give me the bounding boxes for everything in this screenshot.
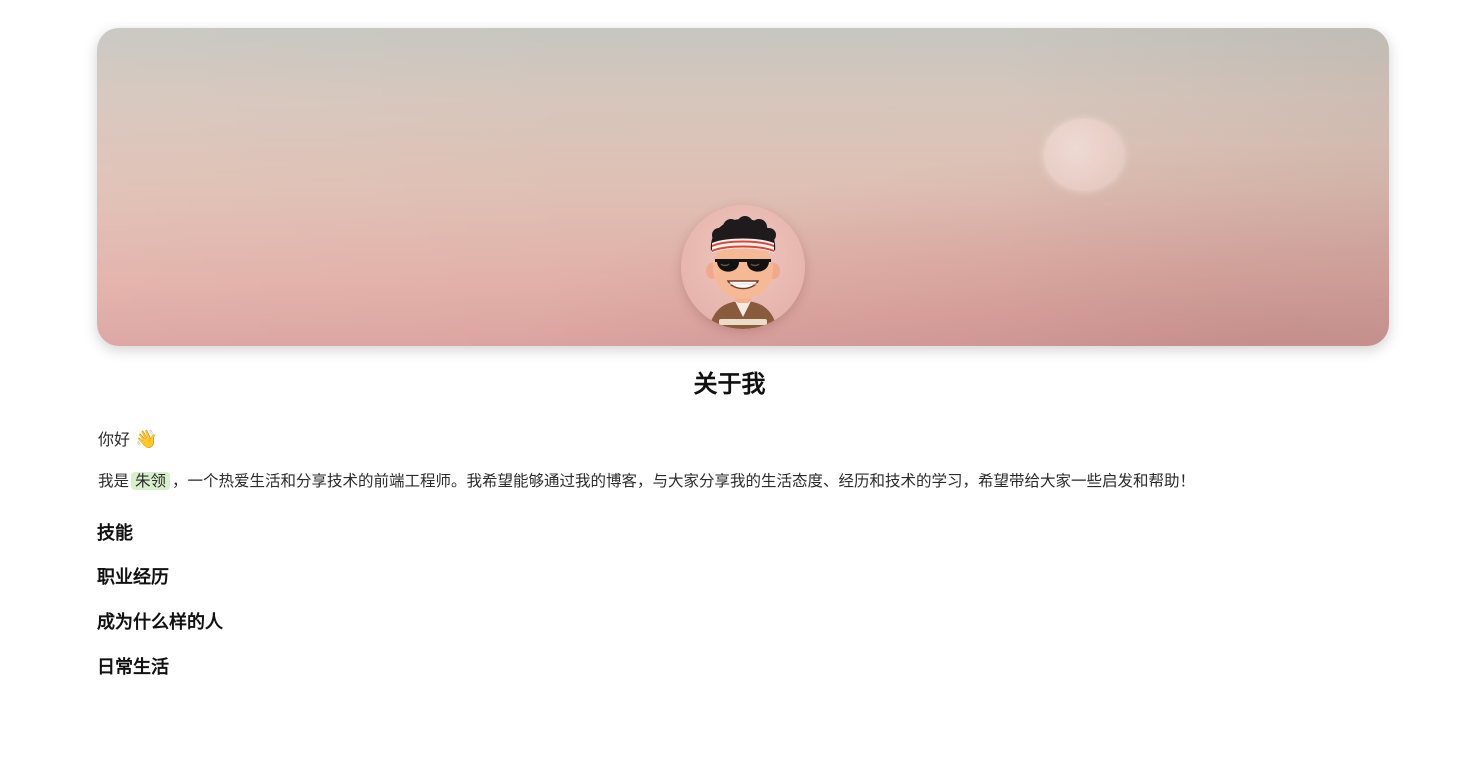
section-heading-daily-life: 日常生活 bbox=[97, 657, 169, 678]
section-heading-career: 职业经历 bbox=[97, 567, 169, 588]
intro-paragraph: 我是 朱领 ，一个热爱生活和分享技术的前端工程师。我希望能够通过我的博客，与大家分享… bbox=[98, 469, 1378, 493]
greeting-text: 你好 👋 bbox=[98, 428, 158, 452]
avatar-illustration bbox=[706, 216, 780, 329]
avatar[interactable] bbox=[681, 205, 805, 329]
intro-suffix: ，一个热爱生活和分享技术的前端工程师。我希望能够通过我的博客，与大家分享我的生活… bbox=[172, 472, 1196, 490]
intro-prefix: 我是 bbox=[98, 472, 130, 490]
page-title: 关于我 bbox=[693, 369, 766, 398]
waving-hand-icon: 👋 bbox=[135, 429, 158, 450]
section-heading-aspiration: 成为什么样的人 bbox=[97, 612, 223, 633]
about-page: 关于我 你好 👋 我是 朱领 ，一个热爱生活和分享技术的前端工程师。我希望能够通过我… bbox=[0, 0, 1459, 783]
name-highlight: 朱领 bbox=[131, 472, 171, 490]
moon-image bbox=[1044, 119, 1124, 191]
section-heading-skills: 技能 bbox=[97, 523, 133, 544]
greeting-label: 你好 bbox=[98, 430, 131, 449]
header-banner bbox=[97, 28, 1389, 346]
